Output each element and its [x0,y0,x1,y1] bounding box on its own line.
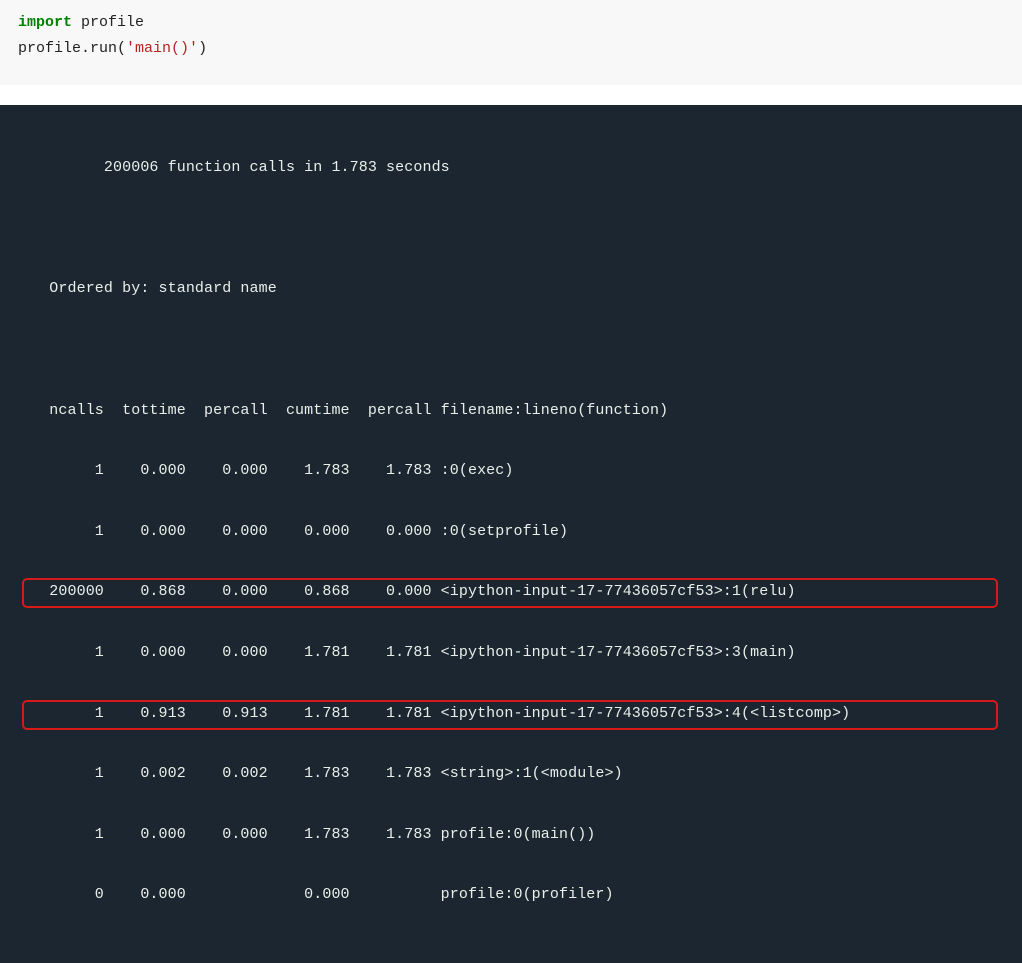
call-object: profile.run [18,40,117,57]
table-row: 1 0.000 0.000 1.783 1.783 profile:0(main… [22,820,1000,850]
module-name: profile [72,14,144,31]
blank-line [22,335,1000,365]
open-paren: ( [117,40,126,57]
table-row: 0 0.000 0.000 profile:0(profiler) [22,880,1000,910]
code-input-block: import profile profile.run('main()') [0,0,1022,85]
table-row: 1 0.000 0.000 0.000 0.000 :0(setprofile) [22,517,1000,547]
row-text: 200000 0.868 0.000 0.868 0.000 <ipython-… [22,583,796,600]
ordered-by-line: Ordered by: standard name [22,274,1000,304]
summary-line: 200006 function calls in 1.783 seconds [22,153,1000,183]
keyword-import: import [18,14,72,31]
blank-line [22,214,1000,244]
string-literal: 'main()' [126,40,198,57]
table-row: 1 0.002 0.002 1.783 1.783 <string>:1(<mo… [22,759,1000,789]
close-paren: ) [198,40,207,57]
table-row: 1 0.000 0.000 1.781 1.781 <ipython-input… [22,638,1000,668]
table-header: ncalls tottime percall cumtime percall f… [22,396,1000,426]
row-text: 1 0.913 0.913 1.781 1.781 <ipython-input… [22,705,850,722]
table-row: 1 0.000 0.000 1.783 1.783 :0(exec) [22,456,1000,486]
table-row: 200000 0.868 0.000 0.868 0.000 <ipython-… [22,577,1000,607]
table-row: 1 0.913 0.913 1.781 1.781 <ipython-input… [22,699,1000,729]
profile-output-block: 200006 function calls in 1.783 seconds O… [0,105,1022,963]
